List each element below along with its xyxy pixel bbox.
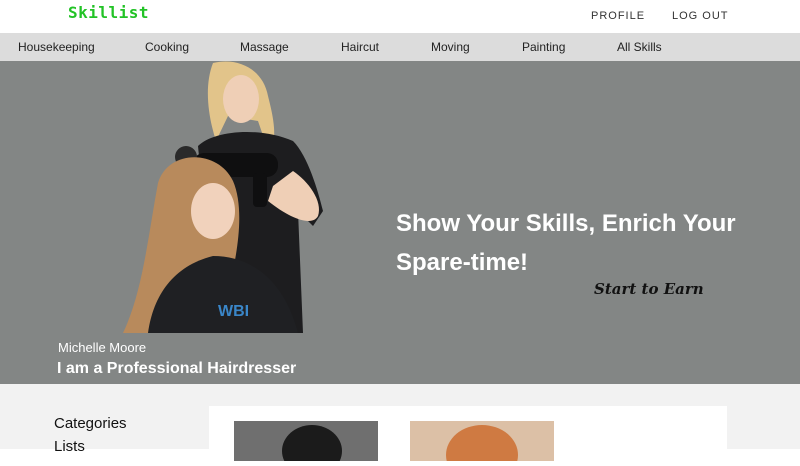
top-bar: Skillist PROFILE LOG OUT	[0, 0, 800, 33]
hero-headline: Show Your Skills, Enrich Your Spare-time…	[396, 204, 776, 282]
hairdresser-photo: WBI	[123, 61, 323, 333]
category-moving[interactable]: Moving	[431, 40, 470, 54]
hero-banner: WBI Show Your Skills, Enrich Your Spare-…	[0, 61, 800, 384]
start-to-earn-button[interactable]: Start to Earn	[594, 280, 704, 298]
listing-panel	[209, 406, 727, 466]
sidebar-item-categories[interactable]: Categories	[54, 415, 127, 432]
person-title: I am a Professional Hairdresser	[57, 360, 297, 377]
site-logo[interactable]: Skillist	[68, 3, 149, 22]
category-cooking[interactable]: Cooking	[145, 40, 189, 54]
category-haircut[interactable]: Haircut	[341, 40, 379, 54]
profile-thumbnail[interactable]	[410, 421, 554, 461]
lower-content: Categories Lists	[0, 384, 800, 466]
category-massage[interactable]: Massage	[240, 40, 289, 54]
hero-headline-line1: Show Your Skills, Enrich Your	[396, 210, 736, 237]
category-nav: Housekeeping Cooking Massage Haircut Mov…	[0, 33, 800, 61]
category-painting[interactable]: Painting	[522, 40, 565, 54]
profile-thumbnail[interactable]	[234, 421, 378, 461]
apron-logo: WBI	[218, 303, 249, 320]
category-housekeeping[interactable]: Housekeeping	[18, 40, 95, 54]
person-name: Michelle Moore	[58, 340, 147, 355]
category-all-skills[interactable]: All Skills	[617, 40, 662, 54]
logout-link[interactable]: LOG OUT	[672, 10, 729, 22]
sidebar-item-lists[interactable]: Lists	[54, 438, 85, 455]
profile-link[interactable]: PROFILE	[591, 10, 645, 22]
hero-headline-line2: Spare-time!	[396, 249, 529, 276]
